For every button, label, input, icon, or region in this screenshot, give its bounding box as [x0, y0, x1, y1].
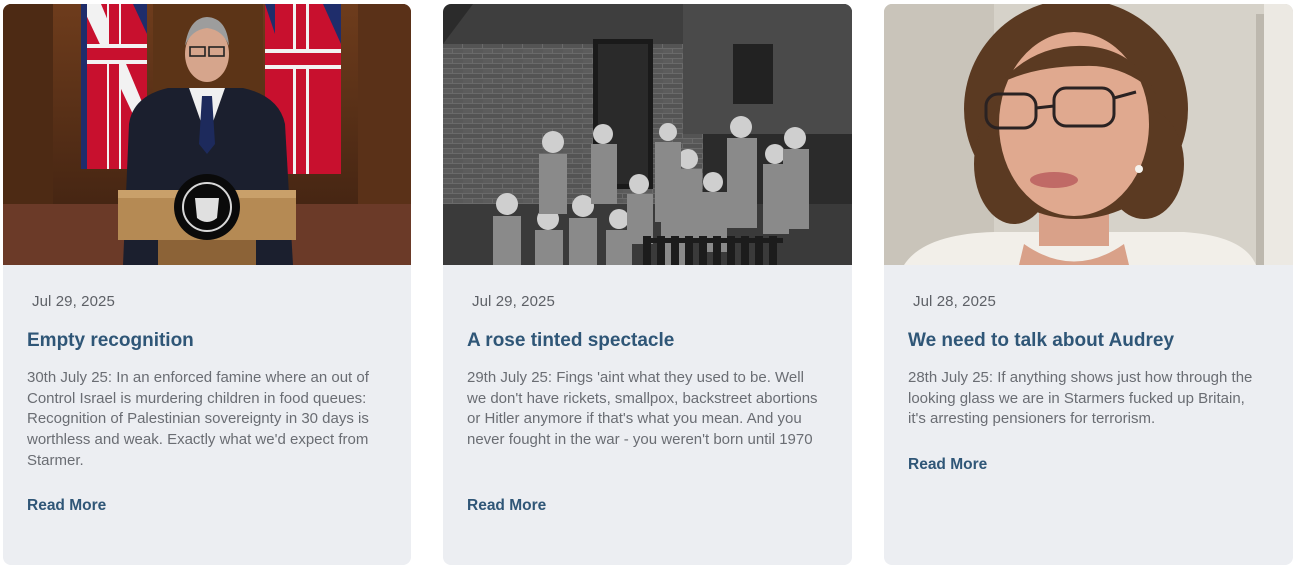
- read-more-link[interactable]: Read More: [467, 497, 546, 515]
- post-excerpt: 29th July 25: Fings 'aint what they used…: [467, 369, 818, 449]
- post-date: Jul 29, 2025: [472, 293, 555, 310]
- post-excerpt: 28th July 25: If anything shows just how…: [908, 369, 1253, 428]
- read-more-link[interactable]: Read More: [27, 497, 106, 515]
- post-image[interactable]: [443, 4, 852, 265]
- post-title[interactable]: Empty recognition: [27, 330, 194, 352]
- post-title[interactable]: A rose tinted spectacle: [467, 330, 674, 352]
- post-image[interactable]: [3, 4, 411, 265]
- post-card: Jul 29, 2025 A rose tinted spectacle 29t…: [443, 4, 852, 565]
- post-date: Jul 28, 2025: [913, 293, 996, 310]
- post-card: Jul 28, 2025 We need to talk about Audre…: [884, 4, 1293, 565]
- post-title[interactable]: We need to talk about Audrey: [908, 330, 1174, 352]
- post-date: Jul 29, 2025: [32, 293, 115, 310]
- read-more-link[interactable]: Read More: [908, 456, 987, 474]
- post-excerpt: 30th July 25: In an enforced famine wher…: [27, 369, 369, 469]
- post-image[interactable]: [884, 4, 1293, 265]
- post-card: Jul 29, 2025 Empty recognition 30th July…: [3, 4, 411, 565]
